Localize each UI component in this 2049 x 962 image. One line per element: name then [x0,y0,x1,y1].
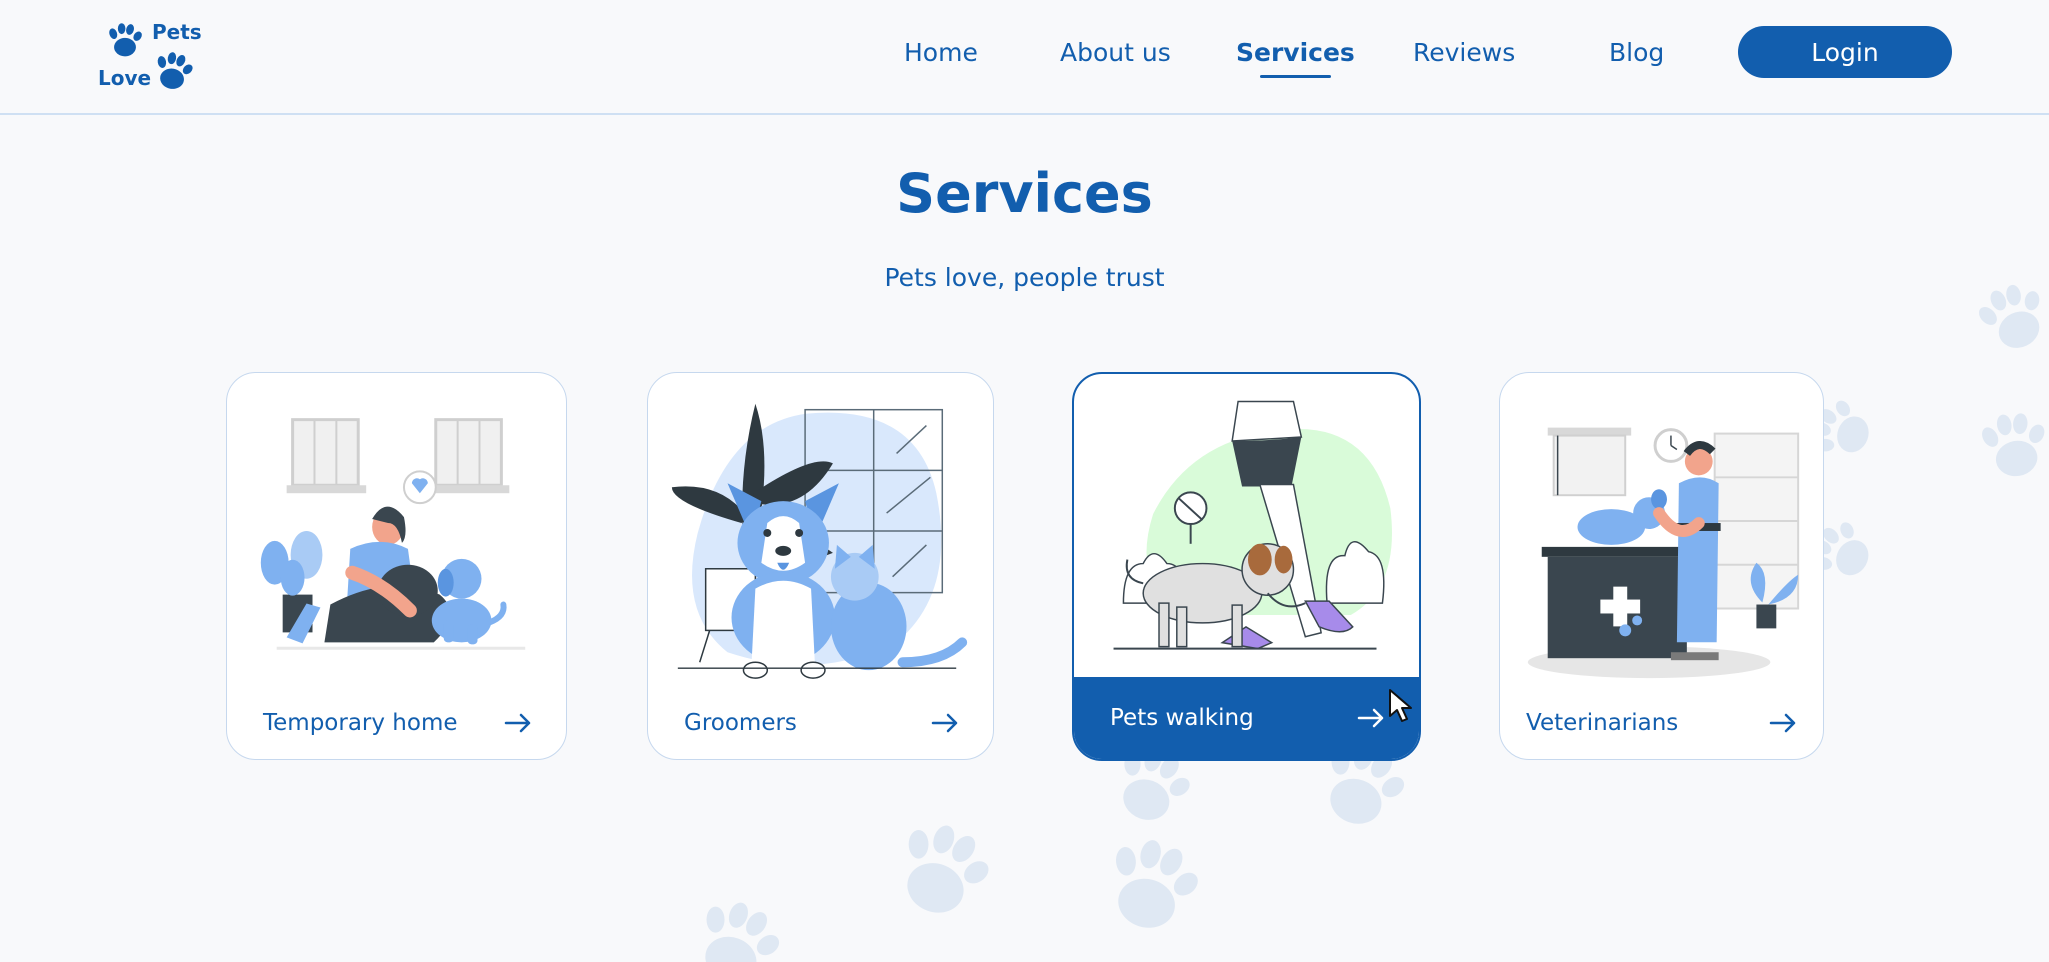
card-label: Temporary home [263,710,458,736]
nav-services[interactable]: Services [1236,36,1355,78]
logo-text-love: Love [98,66,152,90]
background-paw-icon [684,898,790,962]
nav-about-us[interactable]: About us [1060,36,1171,70]
background-paw-icon [1976,407,2049,482]
background-paw-icon [885,820,995,920]
login-button[interactable]: Login [1738,26,1952,78]
service-card-groomers[interactable]: Groomers [647,372,994,760]
paw-icon [107,23,144,57]
page-subtitle: Pets love, people trust [884,263,1165,292]
card-footer: Temporary home [227,687,566,759]
card-label: Pets walking [1110,705,1254,731]
service-card-temporary-home[interactable]: Temporary home [226,372,567,760]
nav-reviews[interactable]: Reviews [1413,36,1515,70]
mouse-cursor-icon [1389,689,1412,722]
arrow-right-icon[interactable] [504,713,532,733]
card-label: Veterinarians [1526,710,1679,736]
arrow-right-icon[interactable] [1357,708,1385,728]
logo-text-pets: Pets [152,20,202,44]
corgi-and-cat-illustration [671,403,968,679]
card-footer: Groomers [648,687,993,759]
page-title: Services [896,162,1153,225]
logo[interactable]: Pets Love [96,16,206,96]
card-footer: Veterinarians [1500,687,1823,759]
service-card-veterinarians[interactable]: Veterinarians [1499,372,1824,760]
arrow-right-icon[interactable] [931,713,959,733]
nav-blog[interactable]: Blog [1609,36,1664,70]
woman-with-dog-illustration [260,418,526,650]
dog-walking-illustration [1113,400,1392,650]
paw-icon [151,49,196,93]
service-card-pets-walking[interactable]: Pets walking [1072,372,1421,761]
nav-home[interactable]: Home [904,36,978,70]
card-footer: Pets walking [1074,677,1419,759]
arrow-right-icon[interactable] [1769,713,1797,733]
card-label: Groomers [684,710,797,736]
background-paw-icon [1096,835,1205,935]
header: Pets Love Home About us Services Reviews… [0,0,2049,115]
vet-with-dog-illustration [1527,427,1800,679]
